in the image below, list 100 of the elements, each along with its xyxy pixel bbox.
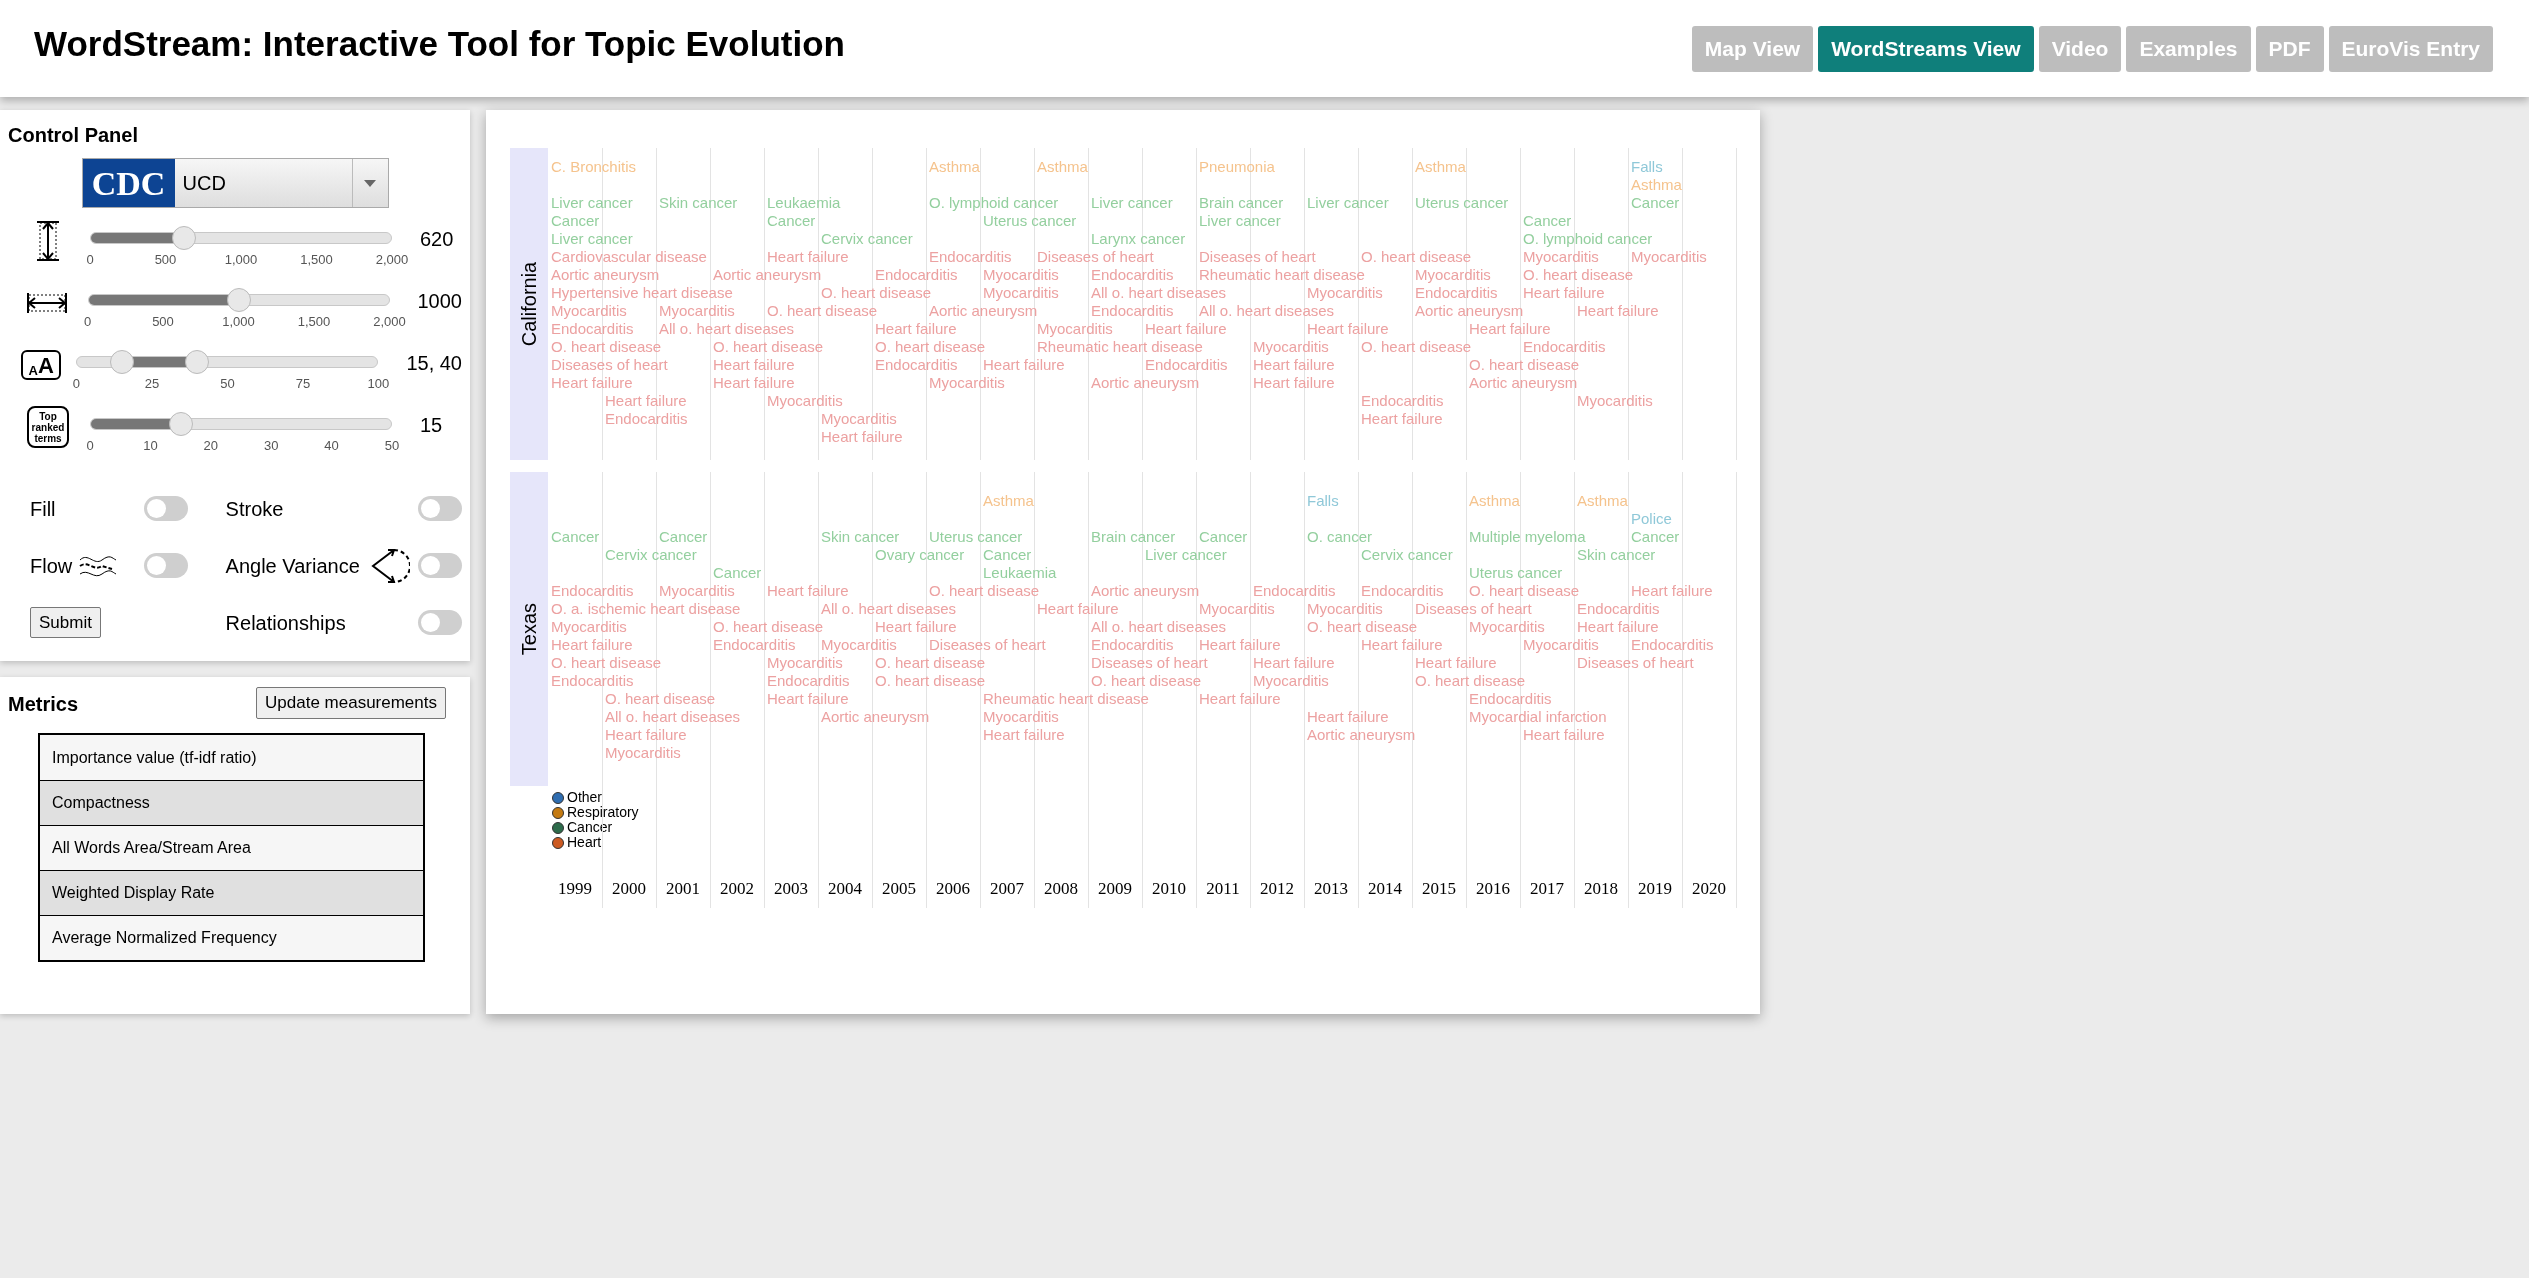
- topic-word: Endocarditis: [767, 672, 850, 690]
- topic-word: Endocarditis: [1631, 636, 1714, 654]
- topic-word: Myocarditis: [1307, 284, 1383, 302]
- topic-word: Heart failure: [551, 374, 633, 392]
- topic-word: Asthma: [983, 492, 1034, 510]
- topic-word: Rheumatic heart disease: [983, 690, 1149, 708]
- topic-word: Heart failure: [713, 356, 795, 374]
- topic-word: Myocarditis: [1631, 248, 1707, 266]
- legend-label: Respiratory: [567, 805, 639, 820]
- topic-word: Liver cancer: [1091, 194, 1173, 212]
- slider-thumb[interactable]: [172, 226, 196, 250]
- topic-word: Heart failure: [1307, 320, 1389, 338]
- topic-word: Endocarditis: [875, 356, 958, 374]
- topic-word: Rheumatic heart disease: [1199, 266, 1365, 284]
- topic-word: Endocarditis: [1361, 392, 1444, 410]
- topic-word: Aortic aneurysm: [929, 302, 1038, 320]
- metric-row[interactable]: Weighted Display Rate: [40, 870, 423, 915]
- topic-word: Heart failure: [1199, 690, 1281, 708]
- topic-word: Endocarditis: [1577, 600, 1660, 618]
- topic-word: Skin cancer: [659, 194, 738, 212]
- topic-word: Heart failure: [1523, 726, 1605, 744]
- legend-label: Heart: [567, 835, 602, 850]
- topic-word: Asthma: [1037, 158, 1088, 176]
- year-label: 2005: [881, 878, 917, 900]
- metric-row[interactable]: All Words Area/Stream Area: [40, 825, 423, 870]
- topic-word: Cardiovascular disease: [551, 248, 707, 266]
- panel-title: Metrics: [8, 692, 79, 717]
- toggle-label: Relationships: [225, 610, 346, 636]
- topic-word: Heart failure: [1361, 410, 1443, 428]
- toggle-switch[interactable]: [143, 553, 188, 578]
- topic-word: Myocarditis: [983, 284, 1059, 302]
- caret-icon: [364, 179, 376, 187]
- topic-word: Aortic aneurysm: [1469, 374, 1578, 392]
- slider-thumb[interactable]: [169, 412, 193, 436]
- topic-word: Heart failure: [1577, 302, 1659, 320]
- year-label: 2019: [1637, 878, 1673, 900]
- topic-word: Asthma: [1577, 492, 1628, 510]
- topic-word: C. Bronchitis: [551, 158, 637, 176]
- topic-word: O. heart disease: [1469, 356, 1580, 374]
- topic-word: Asthma: [1631, 176, 1682, 194]
- tick-label: 0: [82, 313, 93, 331]
- toggle-switch[interactable]: [418, 610, 462, 635]
- topic-word: Uterus cancer: [1415, 194, 1509, 212]
- source-dropdown[interactable]: CDC UCD: [81, 158, 389, 208]
- topic-word: O. heart disease: [875, 672, 986, 690]
- topic-word: Myocarditis: [551, 618, 627, 636]
- topic-word: O. heart disease: [551, 338, 662, 356]
- topic-word: Endocarditis: [929, 248, 1012, 266]
- tick-label: 40: [323, 437, 340, 455]
- slider-thumb[interactable]: [185, 350, 210, 374]
- toggle-switch[interactable]: [418, 553, 462, 578]
- toggle-switch[interactable]: [418, 496, 462, 521]
- topic-word: Asthma: [1415, 158, 1466, 176]
- topic-word: O. heart disease: [1523, 266, 1634, 284]
- metric-row[interactable]: Compactness: [40, 780, 423, 825]
- topic-word: Heart failure: [1469, 320, 1551, 338]
- year-label: 2004: [827, 878, 863, 900]
- panel-title: Control Panel: [8, 123, 139, 148]
- topic-word: O. heart disease: [821, 284, 932, 302]
- metric-row[interactable]: Importance value (tf-idf ratio): [40, 735, 423, 780]
- topic-word: Heart failure: [1577, 618, 1659, 636]
- topic-word: Myocarditis: [1469, 618, 1545, 636]
- topic-word: Heart failure: [1145, 320, 1227, 338]
- topic-word: Myocarditis: [1523, 636, 1599, 654]
- topic-word: Cancer: [659, 528, 708, 546]
- year-label: 2014: [1367, 878, 1403, 900]
- topic-word: Cancer: [551, 212, 600, 230]
- slider-value: 15: [420, 413, 443, 438]
- toggle-label: Angle Variance: [225, 553, 360, 579]
- toggle-label: Fill: [30, 496, 56, 522]
- topic-word: Diseases of heart: [1577, 654, 1694, 672]
- topic-word: Endocarditis: [1361, 582, 1444, 600]
- year-label: 2003: [773, 878, 809, 900]
- toggle-switch[interactable]: [143, 496, 188, 521]
- topic-word: Myocarditis: [659, 582, 735, 600]
- topic-word: All o. heart diseases: [1091, 284, 1227, 302]
- topic-word: Pneumonia: [1199, 158, 1275, 176]
- topic-word: O. heart disease: [551, 654, 662, 672]
- nav-button[interactable]: WordStreams View: [1818, 26, 2034, 72]
- topic-word: Skin cancer: [821, 528, 900, 546]
- topic-word: Heart failure: [875, 320, 957, 338]
- year-label: 2018: [1583, 878, 1619, 900]
- submit-button[interactable]: Submit: [30, 606, 101, 639]
- topic-word: Aortic aneurysm: [1415, 302, 1524, 320]
- topic-word: Myocarditis: [1199, 600, 1275, 618]
- tick-label: 500: [151, 313, 175, 331]
- topic-word: O. heart disease: [1415, 672, 1526, 690]
- legend-label: Cancer: [567, 820, 613, 835]
- topic-word: Liver cancer: [1199, 212, 1281, 230]
- slider-thumb[interactable]: [226, 288, 251, 312]
- topic-word: Heart failure: [605, 392, 687, 410]
- topic-word: Asthma: [1469, 492, 1520, 510]
- update-button[interactable]: Update measurements: [256, 687, 446, 719]
- topic-word: Cancer: [713, 564, 762, 582]
- topic-word: Heart failure: [767, 690, 849, 708]
- topic-word: Endocarditis: [1253, 582, 1336, 600]
- metric-row[interactable]: Average Normalized Frequency: [40, 915, 423, 960]
- slider-thumb[interactable]: [110, 350, 135, 374]
- topic-word: Heart failure: [713, 374, 795, 392]
- topic-word: Diseases of heart: [1037, 248, 1154, 266]
